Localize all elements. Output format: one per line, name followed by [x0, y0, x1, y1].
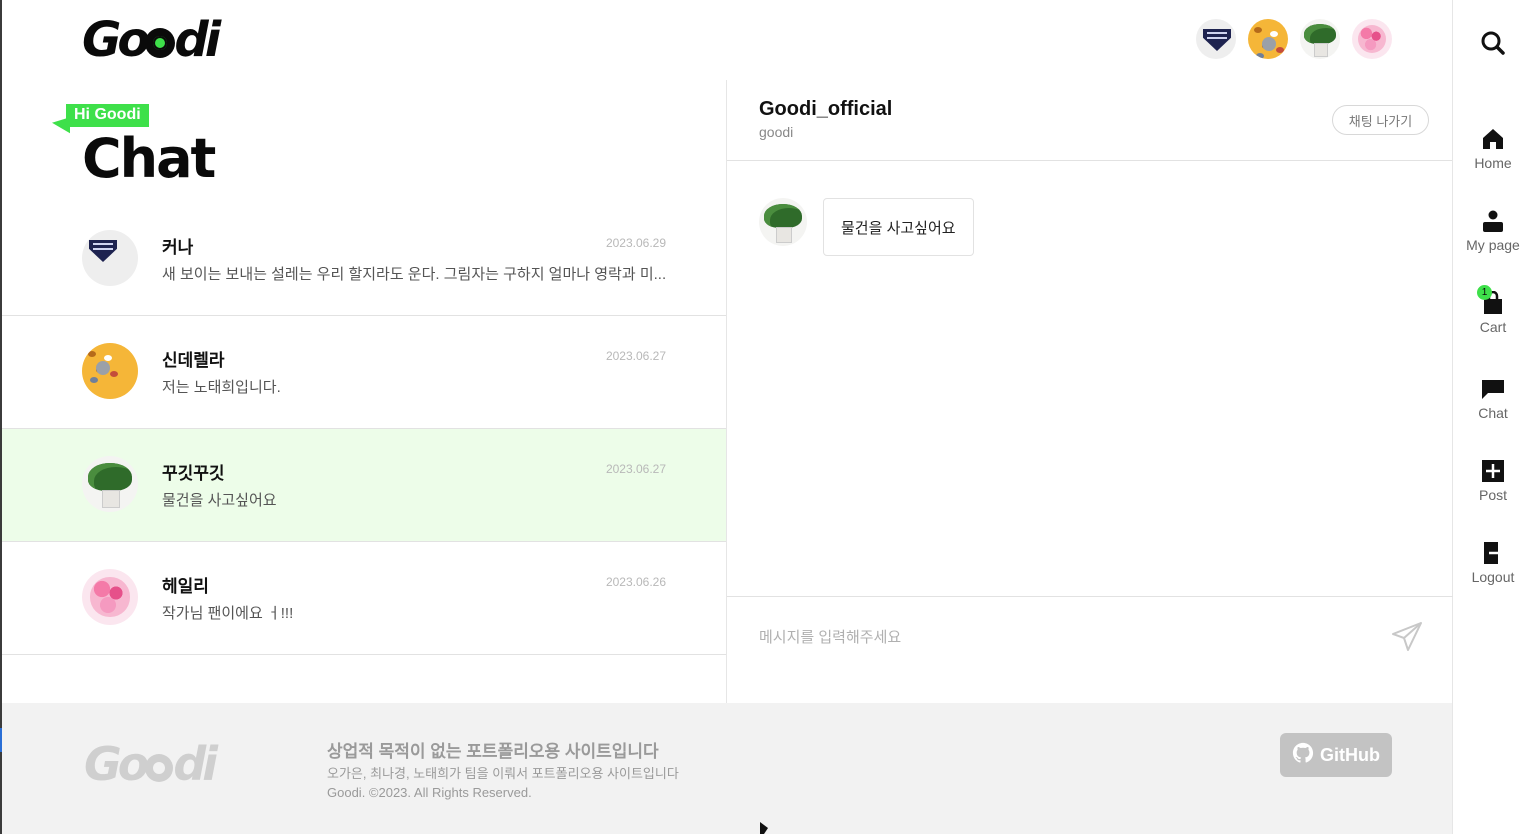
nav-chat[interactable]: Chat [1453, 377, 1532, 421]
logout-icon [1481, 541, 1505, 565]
footer-copyright: Goodi. ©2023. All Rights Reserved. [327, 785, 532, 800]
page-title: Chat [82, 127, 216, 190]
mouse-cursor [760, 822, 768, 834]
github-button[interactable]: GitHub [1280, 733, 1392, 777]
chat-partner-name: 헤일리 [162, 577, 209, 596]
message-row: 물건을 사고싶어요 [759, 198, 974, 256]
avatar [82, 230, 138, 286]
logo-wordmark: Go di [82, 16, 221, 64]
conversation-header: Goodi_official goodi 채팅 나가기 [727, 80, 1452, 161]
goodi-logo[interactable]: Go di [82, 14, 221, 66]
hi-goodi-tag: Hi Goodi [66, 104, 149, 127]
nav-cart-label: Cart [1479, 319, 1507, 335]
footer-logo: Go di [84, 741, 218, 787]
chat-preview: 물건을 사고싶어요 [162, 492, 277, 509]
nav-home[interactable]: Home [1453, 127, 1532, 171]
chat-partner-name: 꾸깃꾸깃 [162, 464, 225, 483]
chat-partner-name: 신데렐라 [162, 351, 225, 370]
footer-logo-text-end: di [173, 737, 218, 791]
conversation-panel: Goodi_official goodi 채팅 나가기 물건을 사고싶어요 [726, 80, 1453, 703]
search-icon[interactable] [1480, 30, 1506, 56]
chat-date: 2023.06.27 [605, 462, 666, 476]
chat-row-cinderella[interactable]: 신데렐라 2023.06.27 저는 노태희입니다. [2, 316, 726, 429]
chat-list: 커나 2023.06.29 새 보이는 보내는 설레는 우리 할지라도 운다. … [2, 203, 726, 655]
recent-chat-avatars [1196, 19, 1392, 59]
cart-count-badge: 1 [1477, 285, 1492, 300]
plus-square-icon [1481, 459, 1505, 483]
chat-row-kkugit-selected[interactable]: 꾸깃꾸깃 2023.06.27 물건을 사고싶어요 [2, 429, 726, 542]
footer: Go di 상업적 목적이 없는 포트폴리오용 사이트입니다 오가은, 최나경, … [2, 703, 1452, 834]
bag-icon: 1 [1477, 285, 1505, 315]
nav-cart[interactable]: 1 Cart [1453, 285, 1532, 335]
message-input[interactable] [759, 625, 1359, 649]
nav-my-page[interactable]: My page [1453, 209, 1532, 253]
footer-headline: 상업적 목적이 없는 포트폴리오용 사이트입니다 [327, 742, 659, 761]
chat-date: 2023.06.27 [605, 349, 666, 363]
chat-icon [1481, 377, 1505, 401]
right-sidebar-nav: Home My page 1 Cart Chat Post Logout [1452, 0, 1532, 834]
chat-partner-name: 커나 [162, 238, 194, 257]
footer-team-line: 오가은, 최나경, 노태희가 팀을 이뤄서 포트폴리오용 사이트입니다 [327, 766, 679, 781]
avatar [82, 569, 138, 625]
nav-post[interactable]: Post [1453, 459, 1532, 503]
message-bubble: 물건을 사고싶어요 [823, 198, 974, 256]
nav-post-label: Post [1478, 487, 1507, 503]
chat-preview: 새 보이는 보내는 설레는 우리 할지라도 운다. 그림자는 구하지 얼마나 영… [162, 266, 667, 283]
nav-logout[interactable]: Logout [1453, 541, 1532, 585]
home-icon [1481, 127, 1505, 151]
avatar-kkugit[interactable] [1300, 19, 1340, 59]
chat-row-kana[interactable]: 커나 2023.06.29 새 보이는 보내는 설레는 우리 할지라도 운다. … [2, 203, 726, 316]
conversation-subtitle: goodi [759, 124, 794, 140]
nav-logout-label: Logout [1471, 569, 1515, 585]
avatar-haley[interactable] [1352, 19, 1392, 59]
chat-preview: 작가님 팬이에요 ㅓ!!! [162, 605, 294, 622]
flower-icon [145, 28, 176, 58]
chat-date: 2023.06.26 [605, 575, 666, 589]
logo-text-end: di [174, 12, 221, 68]
user-icon [1481, 209, 1505, 233]
github-icon [1292, 742, 1314, 769]
conversation-title: Goodi_official [759, 98, 893, 120]
chat-row-haley[interactable]: 헤일리 2023.06.26 작가님 팬이에요 ㅓ!!! [2, 542, 726, 655]
avatar-kana[interactable] [1196, 19, 1236, 59]
send-icon[interactable] [1391, 621, 1423, 653]
leave-chat-button[interactable]: 채팅 나가기 [1332, 105, 1429, 135]
footer-logo-text-start: Go [84, 737, 149, 791]
chat-preview: 저는 노태희입니다. [162, 379, 281, 396]
flower-icon [145, 754, 174, 782]
avatar [82, 343, 138, 399]
chat-list-panel: Hi Goodi Chat 커나 2023.06.29 새 보이는 보내는 설레… [2, 80, 726, 703]
message-input-bar [727, 596, 1453, 703]
chat-date: 2023.06.29 [605, 236, 666, 250]
avatar [82, 456, 138, 512]
nav-home-label: Home [1474, 155, 1512, 171]
nav-my-page-label: My page [1466, 237, 1520, 253]
logo-text-start: Go [82, 12, 150, 68]
avatar-cinderella[interactable] [1248, 19, 1288, 59]
avatar [759, 198, 807, 246]
nav-chat-label: Chat [1478, 405, 1508, 421]
github-label: GitHub [1320, 744, 1380, 765]
